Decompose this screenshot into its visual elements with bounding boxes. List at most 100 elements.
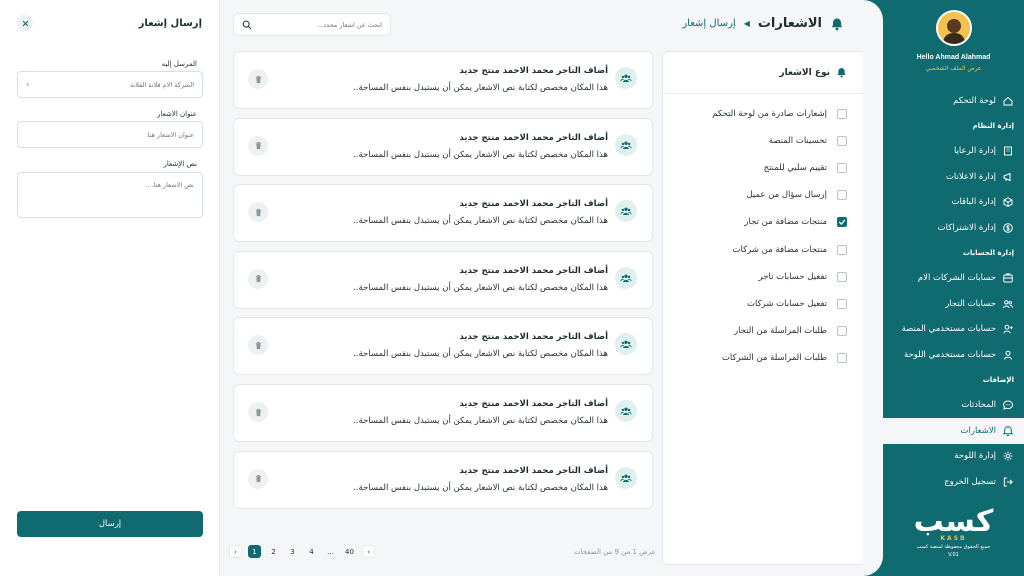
recipient-value: الشركة الام فلانة الفلانة <box>129 80 194 89</box>
sidebar-item-user-add[interactable]: حسابات مستخدمي المنصة <box>883 317 1024 343</box>
sidebar-section: إدارة الحسابات <box>962 249 1014 257</box>
delete-button[interactable] <box>248 468 268 489</box>
subject-input[interactable] <box>17 121 203 148</box>
sidebar-item-logout[interactable]: تسجيل الخروج <box>883 469 1024 495</box>
sidebar-item-label: إدارة الاشتراكات <box>937 222 996 233</box>
notification-card[interactable]: أضاف التاجر محمد الاحمد منتج جديد هذا الم… <box>233 51 653 109</box>
filter-checkbox[interactable] <box>837 353 847 364</box>
profile-link[interactable]: عرض الملف الشخصي <box>883 65 1024 72</box>
filter-checkbox[interactable] <box>837 298 847 309</box>
filter-checkbox[interactable] <box>837 190 847 201</box>
filter-option[interactable]: إشعارات صادرة من لوحة التحكم <box>663 100 865 127</box>
avatar[interactable] <box>935 10 972 46</box>
notification-card[interactable]: أضاف التاجر محمد الاحمد منتج جديد هذا الم… <box>233 317 653 376</box>
logout-icon <box>1002 476 1014 488</box>
filter-option[interactable]: تفعيل حسابات شركات <box>663 290 865 317</box>
filter-checkbox[interactable] <box>837 162 847 173</box>
pagination-page[interactable]: ... <box>324 545 337 558</box>
filter-option[interactable]: تقييم سلبي للمنتج <box>663 154 865 181</box>
delete-button[interactable] <box>248 135 268 156</box>
pagination-page[interactable]: 2 <box>267 545 280 558</box>
check-icon <box>838 219 846 226</box>
profile: Hello Ahmad Alahmad عرض الملف الشخصي <box>883 10 1024 72</box>
body-textarea[interactable] <box>17 172 203 218</box>
brand-logo: كسب <box>913 504 996 539</box>
building-icon <box>1002 145 1014 157</box>
sidebar-item-megaphone[interactable]: إدارة الاعلانات <box>883 164 1024 190</box>
sidebar-item-label: تسجيل الخروج <box>944 476 996 487</box>
filter-option-label: تفعيل حسابات تاجر <box>758 271 827 282</box>
filter-checkbox[interactable] <box>837 326 847 337</box>
sidebar-item-gear[interactable]: إدارة اللوحة <box>883 444 1024 470</box>
delete-button[interactable] <box>248 402 268 422</box>
notification-card[interactable]: أضاف التاجر محمد الاحمد منتج جديد هذا الم… <box>233 384 653 442</box>
chevron-left-icon: ◀ <box>743 19 750 28</box>
sidebar-item-building[interactable]: إدارة الرعايا <box>883 139 1024 165</box>
filter-option[interactable]: تفعيل حسابات تاجر <box>663 263 865 290</box>
sidebar-item-company[interactable]: حسابات الشركات الام <box>883 266 1024 292</box>
users-icon <box>615 400 637 422</box>
filter-checkbox[interactable] <box>837 135 847 146</box>
filter-option[interactable]: طلبات المراسلة من التجار <box>663 318 865 345</box>
filter-checkbox[interactable] <box>837 108 847 119</box>
company-icon <box>1002 272 1014 284</box>
pagination-page[interactable]: 3 <box>286 545 299 558</box>
sidebar-item-label: الاشعارات <box>960 425 997 436</box>
body-label: نص الإشعار <box>163 160 197 168</box>
filter-checkbox[interactable] <box>837 271 847 282</box>
breadcrumb: الاشعارات ◀ إرسال إشعار <box>682 16 844 31</box>
breadcrumb-current[interactable]: إرسال إشعار <box>682 18 735 29</box>
sidebar-item-users[interactable]: حسابات التجار <box>883 291 1024 317</box>
notification-card[interactable]: أضاف التاجر محمد الاحمد منتج جديد هذا الم… <box>233 184 653 243</box>
notification-title: أضاف التاجر محمد الاحمد منتج جديد <box>459 465 608 476</box>
recipient-select[interactable]: الشركة الام فلانة الفلانة ‹ <box>17 71 203 98</box>
pagination-info: عرض 1 من 9 من الصفحات <box>574 548 656 556</box>
sidebar-item-label: حسابات الشركات الام <box>917 273 996 284</box>
notification-body: هذا المكان مخصص لكتابة نص الاشعار يمكن أ… <box>353 149 608 160</box>
pagination-page[interactable]: 40 <box>343 545 356 558</box>
filter-option[interactable]: طلبات المراسلة من الشركات <box>663 345 865 372</box>
trash-icon <box>255 341 261 349</box>
delete-button[interactable] <box>248 69 268 89</box>
filter-options: إشعارات صادرة من لوحة التحكم تحسينات المن… <box>663 94 865 372</box>
close-button[interactable] <box>17 15 33 31</box>
avatar-face <box>946 19 961 33</box>
trash-icon <box>255 275 261 283</box>
avatar-body <box>942 33 965 44</box>
filter-option-label: إرسال سؤال من عميل <box>746 190 827 201</box>
sidebar-item-home[interactable]: لوحة التحكم <box>883 88 1024 114</box>
filter-option-label: منتجات مضافة من شركات <box>732 244 827 255</box>
pagination-next[interactable]: › <box>229 545 242 558</box>
filter-option[interactable]: إرسال سؤال من عميل <box>663 182 865 209</box>
notification-title: أضاف التاجر محمد الاحمد منتج جديد <box>459 199 608 210</box>
sidebar-item-dollar[interactable]: إدارة الاشتراكات <box>883 215 1024 241</box>
sidebar-item-bell[interactable]: الاشعارات <box>883 418 1024 444</box>
sidebar-item-package[interactable]: إدارة الباقات <box>883 190 1024 216</box>
filter-option-label: إشعارات صادرة من لوحة التحكم <box>712 108 827 119</box>
sidebar-item-user[interactable]: حسابات مستخدمي اللوحة <box>883 342 1024 368</box>
delete-button[interactable] <box>248 202 268 223</box>
filter-checkbox[interactable] <box>837 217 847 228</box>
home-icon <box>1002 95 1014 107</box>
delete-button[interactable] <box>248 335 268 356</box>
filter-option[interactable]: منتجات مضافة من تجار <box>663 209 865 236</box>
filter-title: نوع الاشعار <box>779 67 830 78</box>
filter-option-label: منتجات مضافة من تجار <box>744 217 827 228</box>
notification-card[interactable]: أضاف التاجر محمد الاحمد منتج جديد هذا الم… <box>233 450 653 509</box>
pagination-prev[interactable]: ‹ <box>362 545 375 558</box>
notification-title: أضاف التاجر محمد الاحمد منتج جديد <box>459 265 608 276</box>
pagination-page[interactable]: 4 <box>305 545 318 558</box>
filter-option[interactable]: تحسينات المنصة <box>663 127 865 154</box>
compose-title: إرسال إشعار <box>138 18 202 29</box>
filter-checkbox[interactable] <box>837 244 847 255</box>
filter-option[interactable]: منتجات مضافة من شركات <box>663 236 865 263</box>
delete-button[interactable] <box>248 268 268 289</box>
search-bar[interactable] <box>233 13 391 36</box>
search-input[interactable] <box>252 20 382 29</box>
notification-card[interactable]: أضاف التاجر محمد الاحمد منتج جديد هذا الم… <box>233 250 653 309</box>
trash-icon <box>255 408 261 416</box>
send-button[interactable]: إرسال <box>17 511 203 537</box>
notification-card[interactable]: أضاف التاجر محمد الاحمد منتج جديد هذا الم… <box>233 117 653 176</box>
sidebar-item-chat[interactable]: المحادثات <box>883 393 1024 419</box>
pagination-page[interactable]: 1 <box>248 545 261 558</box>
